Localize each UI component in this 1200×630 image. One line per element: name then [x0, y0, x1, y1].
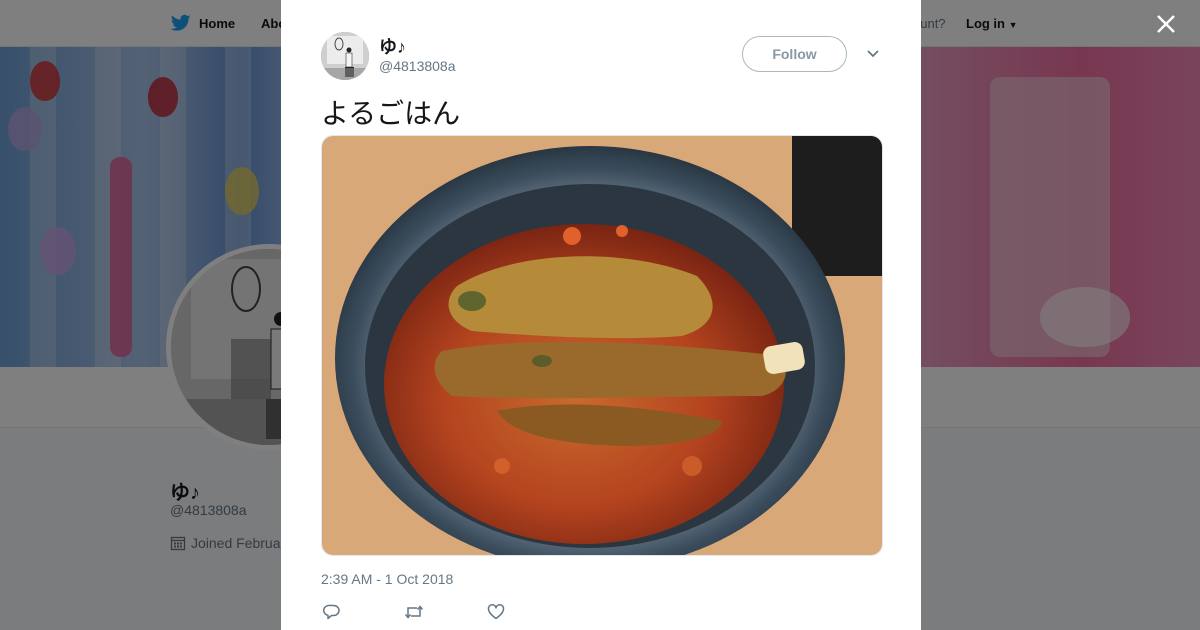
like-button[interactable] [485, 601, 507, 623]
follow-button[interactable]: Follow [742, 36, 847, 72]
retweet-button[interactable] [403, 601, 425, 623]
tweet-author-avatar[interactable] [321, 32, 369, 80]
tweet-text: よるごはん [321, 97, 461, 130]
tweet-actions [321, 601, 507, 623]
avatar-photo [321, 32, 369, 80]
heart-icon [487, 604, 505, 620]
tweet-author-handle[interactable]: @4813808a [379, 58, 456, 74]
chevron-down-icon [867, 50, 879, 58]
close-button[interactable] [1154, 12, 1178, 36]
tweet-modal: ゆ♪ @4813808a Follow よるごはん 2:39 AM - 1 Oc… [281, 0, 921, 630]
tweet-timestamp[interactable]: 2:39 AM - 1 Oct 2018 [321, 571, 453, 587]
follow-label: Follow [772, 46, 817, 62]
reply-button[interactable] [321, 601, 343, 623]
retweet-icon [404, 605, 424, 619]
reply-icon [323, 604, 340, 620]
tweet-author-name[interactable]: ゆ♪ [379, 33, 406, 59]
curry-bowl-image [322, 136, 882, 555]
close-icon [1157, 15, 1175, 33]
tweet-photo[interactable] [321, 135, 883, 556]
more-options-button[interactable] [865, 46, 881, 62]
